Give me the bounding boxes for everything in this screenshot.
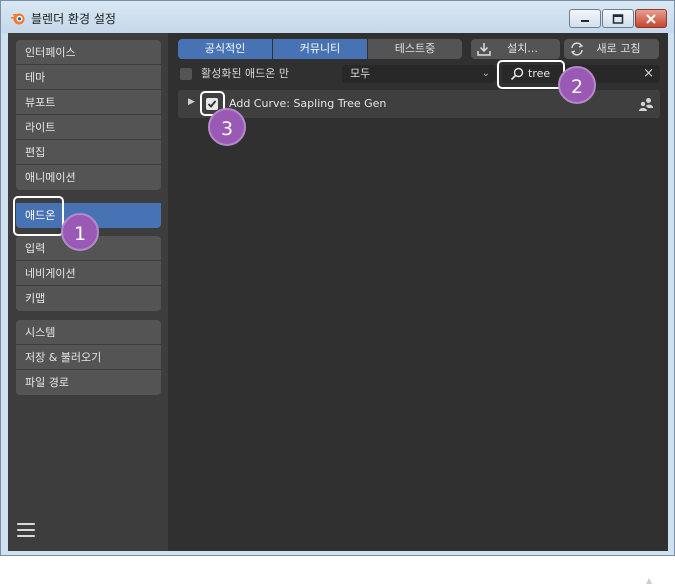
refresh-button[interactable]: 새로 고침 bbox=[564, 39, 659, 59]
preferences-window: 블렌더 환경 설정 인터페이스 테마 뷰포트 라이트 편집 애니메이션 애드온 … bbox=[0, 0, 675, 585]
hamburger-menu-icon[interactable] bbox=[17, 523, 35, 539]
community-icon bbox=[639, 98, 653, 111]
window-title: 블렌더 환경 설정 bbox=[31, 12, 116, 26]
close-button[interactable] bbox=[635, 9, 667, 28]
refresh-label: 새로 고침 bbox=[596, 42, 641, 55]
install-label: 설치... bbox=[507, 42, 538, 55]
sidebar-item-lights[interactable]: 라이트 bbox=[16, 115, 161, 140]
sidebar-item-interface[interactable]: 인터페이스 bbox=[16, 40, 161, 65]
sidebar-item-file-paths[interactable]: 파일 경로 bbox=[16, 370, 161, 395]
sidebar-item-animation[interactable]: 애니메이션 bbox=[16, 165, 161, 190]
resize-grip-icon[interactable]: ▲ bbox=[646, 576, 658, 585]
support-level-tabs: 공식적인 커뮤니티 테스트중 bbox=[178, 39, 462, 59]
addon-name: Add Curve: Sapling Tree Gen bbox=[229, 97, 387, 110]
enabled-only-checkbox[interactable] bbox=[180, 68, 192, 80]
sidebar-item-navigation[interactable]: 네비게이션 bbox=[16, 261, 161, 286]
blender-logo-icon bbox=[11, 13, 25, 25]
addons-panel: 공식적인 커뮤니티 테스트중 설치... 새로 고침 활성화된 애드온 만 모두… bbox=[168, 33, 668, 551]
install-button[interactable]: 설치... bbox=[471, 39, 560, 59]
tab-community[interactable]: 커뮤니티 bbox=[273, 39, 368, 59]
sidebar-item-viewport[interactable]: 뷰포트 bbox=[16, 90, 161, 115]
maximize-button[interactable] bbox=[602, 9, 634, 28]
minimize-button[interactable] bbox=[569, 9, 601, 28]
sidebar-item-save-load[interactable]: 저장 & 불러오기 bbox=[16, 345, 161, 370]
nav-group-system: 시스템 저장 & 불러오기 파일 경로 bbox=[16, 320, 161, 395]
maximize-icon bbox=[612, 13, 624, 24]
minimize-icon bbox=[581, 19, 589, 22]
sidebar-item-themes[interactable]: 테마 bbox=[16, 65, 161, 90]
tab-testing[interactable]: 테스트중 bbox=[368, 39, 462, 59]
title-bar[interactable]: 블렌더 환경 설정 bbox=[1, 1, 674, 33]
callout-addons-highlight bbox=[13, 196, 64, 236]
close-icon bbox=[646, 13, 656, 24]
category-dropdown[interactable]: 모두 ⌄ bbox=[342, 65, 496, 83]
annotation-badge-3: 3 bbox=[208, 108, 246, 146]
tab-official[interactable]: 공식적인 bbox=[178, 39, 273, 59]
category-value: 모두 bbox=[350, 67, 371, 80]
sidebar-item-keymap[interactable]: 키맵 bbox=[16, 286, 161, 311]
sidebar: 인터페이스 테마 뷰포트 라이트 편집 애니메이션 애드온 입력 네비게이션 키… bbox=[8, 33, 168, 551]
expand-arrow-icon[interactable]: ▶ bbox=[188, 97, 195, 107]
chevron-down-icon: ⌄ bbox=[481, 68, 490, 79]
annotation-badge-2: 2 bbox=[558, 66, 596, 104]
annotation-badge-1: 1 bbox=[61, 213, 99, 251]
callout-search-highlight bbox=[497, 60, 565, 89]
enabled-only-label: 활성화된 애드온 만 bbox=[201, 67, 289, 80]
sidebar-item-system[interactable]: 시스템 bbox=[16, 320, 161, 345]
clear-x-icon[interactable]: × bbox=[643, 65, 654, 83]
nav-group-interface: 인터페이스 테마 뷰포트 라이트 편집 애니메이션 bbox=[16, 40, 161, 190]
client-area: 인터페이스 테마 뷰포트 라이트 편집 애니메이션 애드온 입력 네비게이션 키… bbox=[8, 33, 668, 585]
sidebar-item-editing[interactable]: 편집 bbox=[16, 140, 161, 165]
